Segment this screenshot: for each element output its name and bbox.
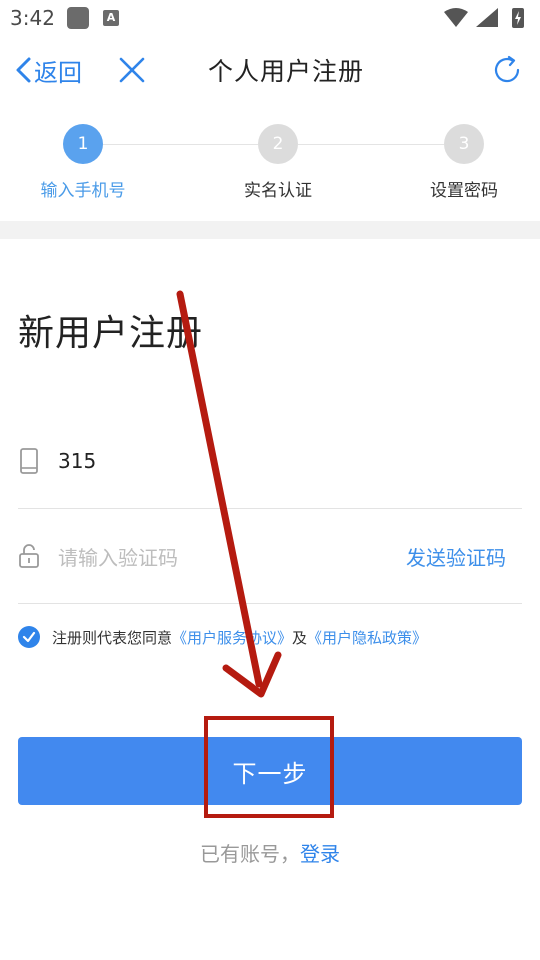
phone-icon [20,448,38,474]
step-connector [103,144,258,145]
step-2-label: 实名认证 [244,181,312,201]
step-2-circle: 2 [258,124,298,164]
step-indicator: 1 2 3 输入手机号 实名认证 设置密码 [0,120,540,220]
agreement-checkbox[interactable] [18,626,40,648]
login-link[interactable]: 登录 [300,842,340,866]
top-bar: 返回 个人用户注册 [0,36,540,104]
status-bar: 3:42 A [0,0,540,36]
step-connector [298,144,444,145]
code-input[interactable]: 请输入验证码 [58,542,178,571]
form-heading: 新用户注册 [18,313,204,354]
login-prompt: 已有账号，登录 [0,838,540,867]
section-divider [0,221,540,239]
agreement-conjunction: 及 [292,628,308,647]
step-3-circle: 3 [444,124,484,164]
step-3-label: 设置密码 [430,181,498,201]
login-prompt-text: 已有账号， [200,842,300,866]
phone-field[interactable]: 315 [18,435,522,485]
notification-square-icon [67,7,89,29]
step-1-label: 输入手机号 [40,181,126,201]
status-icons [444,8,524,28]
agreement-text: 注册则代表您同意《用户服务协议》及《用户隐私政策》 [52,627,427,648]
wifi-icon [444,8,468,27]
field-divider [18,508,522,509]
step-1-circle: 1 [63,124,103,164]
page-title: 个人用户注册 [207,57,364,86]
refresh-icon[interactable] [491,54,523,86]
agreement-row: 注册则代表您同意《用户服务协议》及《用户隐私政策》 [18,622,528,652]
status-time: 3:42 [10,6,55,30]
verification-code-field[interactable]: 请输入验证码 发送验证码 [18,530,522,580]
service-agreement-link[interactable]: 《用户服务协议》 [172,629,292,647]
privacy-policy-link[interactable]: 《用户隐私政策》 [307,629,427,647]
lock-icon [19,544,39,568]
send-code-button[interactable]: 发送验证码 [406,542,506,571]
app-notification-icon: A [103,10,119,26]
phone-input-value[interactable]: 315 [58,449,96,473]
checkmark-icon [22,631,36,643]
field-divider [18,603,522,604]
agreement-prefix: 注册则代表您同意 [52,628,173,647]
signal-icon [476,8,498,27]
annotation-highlight-box [204,716,334,818]
